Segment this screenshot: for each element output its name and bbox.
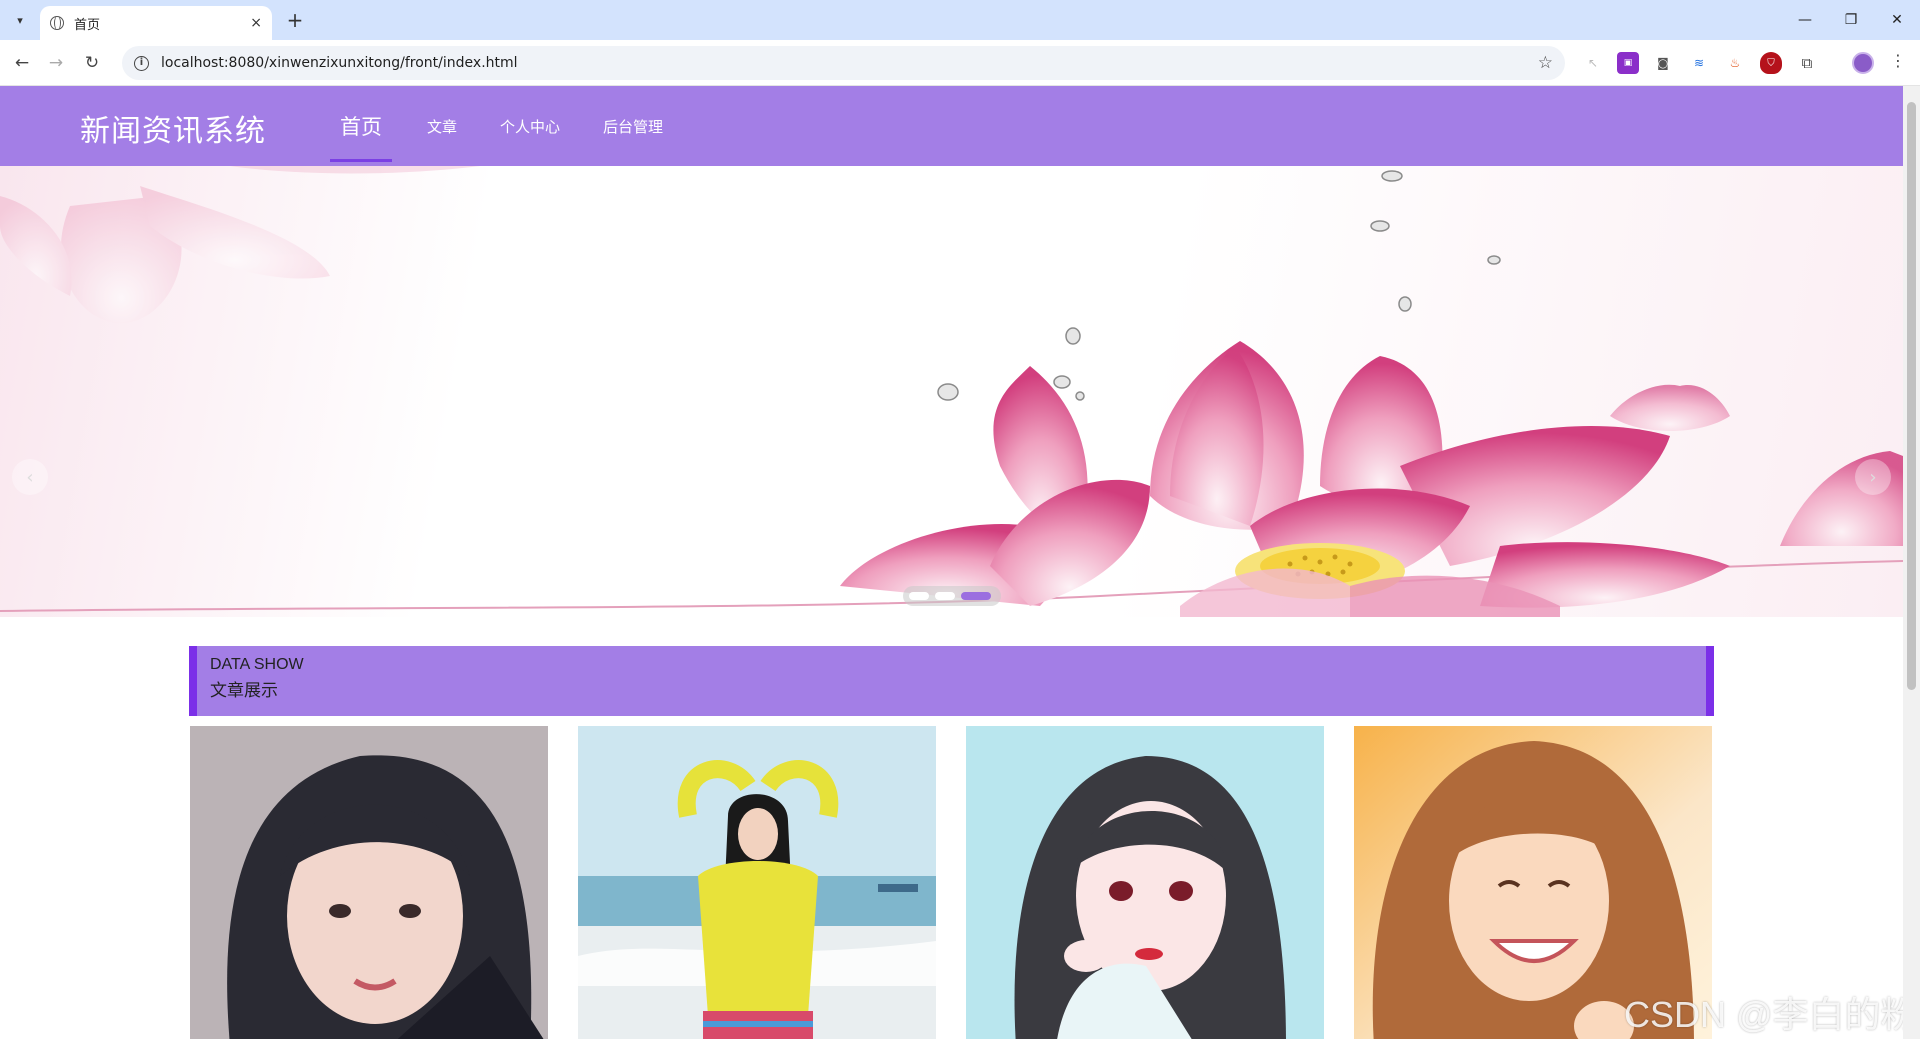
article-image <box>966 726 1324 1039</box>
browser-tab-strip: ▾ 首页 × + — ❐ ✕ <box>0 0 1920 40</box>
page-scrollbar[interactable] <box>1903 86 1920 1039</box>
arrow-left-icon: ← <box>14 53 30 73</box>
back-button[interactable]: ← <box>10 51 34 75</box>
carousel: ‹ › <box>0 166 1903 617</box>
window-controls: — ❐ ✕ <box>1782 0 1920 40</box>
cursor-extension-icon[interactable]: ↖ <box>1582 52 1604 74</box>
section-title-en: DATA SHOW <box>210 656 304 673</box>
carousel-dot-1[interactable] <box>909 592 929 600</box>
reload-icon: ↻ <box>84 53 100 73</box>
new-tab-button[interactable]: + <box>282 8 308 34</box>
puzzle-extensions-icon[interactable]: ⧉ <box>1796 52 1818 74</box>
orange-extension-icon[interactable]: ♨ <box>1724 52 1746 74</box>
carousel-indicators <box>903 586 1001 606</box>
nav-item-admin[interactable]: 后台管理 <box>603 86 663 166</box>
article-image <box>190 726 548 1039</box>
url-text[interactable]: localhost:8080/xinwenzixunxitong/front/i… <box>161 55 1538 71</box>
close-window-button[interactable]: ✕ <box>1874 0 1920 40</box>
globe-icon <box>50 15 64 30</box>
reload-button[interactable]: ↻ <box>80 51 104 75</box>
forward-button[interactable]: → <box>44 51 68 75</box>
lotus-banner-image <box>0 166 1903 617</box>
site-info-icon[interactable]: i <box>134 55 149 71</box>
restore-button[interactable]: ❐ <box>1828 0 1874 40</box>
carousel-prev-button[interactable]: ‹ <box>12 459 48 495</box>
section-header: DATA SHOW 文章展示 <box>189 646 1714 716</box>
site-header: 新闻资讯系统 首页 文章 个人中心 后台管理 <box>0 86 1903 166</box>
carousel-next-button[interactable]: › <box>1855 459 1891 495</box>
bookmark-star-icon[interactable]: ☆ <box>1538 53 1553 73</box>
article-image <box>578 726 936 1039</box>
tab-close-button[interactable]: × <box>250 15 262 31</box>
nav-item-home[interactable]: 首页 <box>330 86 392 166</box>
page-viewport: 新闻资讯系统 首页 文章 个人中心 后台管理 ‹ › DATA SHOW 文章展… <box>0 86 1903 1039</box>
tab-search-button[interactable]: ▾ <box>8 8 32 32</box>
carousel-dot-3[interactable] <box>961 592 991 600</box>
purple-extension-icon[interactable]: ▣ <box>1617 52 1639 74</box>
address-bar[interactable]: i localhost:8080/xinwenzixunxitong/front… <box>122 46 1565 80</box>
shield-extension-icon[interactable]: ⛉ <box>1760 52 1782 74</box>
browser-tab[interactable]: 首页 × <box>40 6 272 40</box>
chevron-down-icon: ▾ <box>17 13 23 27</box>
arrow-right-icon: → <box>48 53 64 73</box>
section-title-cn: 文章展示 <box>210 681 278 701</box>
browser-toolbar: ← → ↻ i localhost:8080/xinwenzixunxitong… <box>0 40 1920 86</box>
tab-title: 首页 <box>74 17 101 33</box>
csdn-watermark: CSDN @李白的粉 <box>1624 994 1903 1035</box>
scrollbar-thumb[interactable] <box>1907 102 1916 690</box>
carousel-dot-2[interactable] <box>935 592 955 600</box>
profile-avatar[interactable] <box>1852 52 1874 74</box>
nav-item-articles[interactable]: 文章 <box>427 86 457 166</box>
minimize-button[interactable]: — <box>1782 0 1828 40</box>
article-card[interactable] <box>966 726 1324 1039</box>
incognito-extension-icon[interactable]: ◙ <box>1652 52 1674 74</box>
article-card[interactable] <box>578 726 936 1039</box>
nav-item-profile[interactable]: 个人中心 <box>500 86 560 166</box>
layers-extension-icon[interactable]: ≋ <box>1688 52 1710 74</box>
browser-menu-icon[interactable]: ⋮ <box>1890 51 1906 70</box>
article-card[interactable] <box>190 726 548 1039</box>
site-title: 新闻资讯系统 <box>80 114 266 149</box>
